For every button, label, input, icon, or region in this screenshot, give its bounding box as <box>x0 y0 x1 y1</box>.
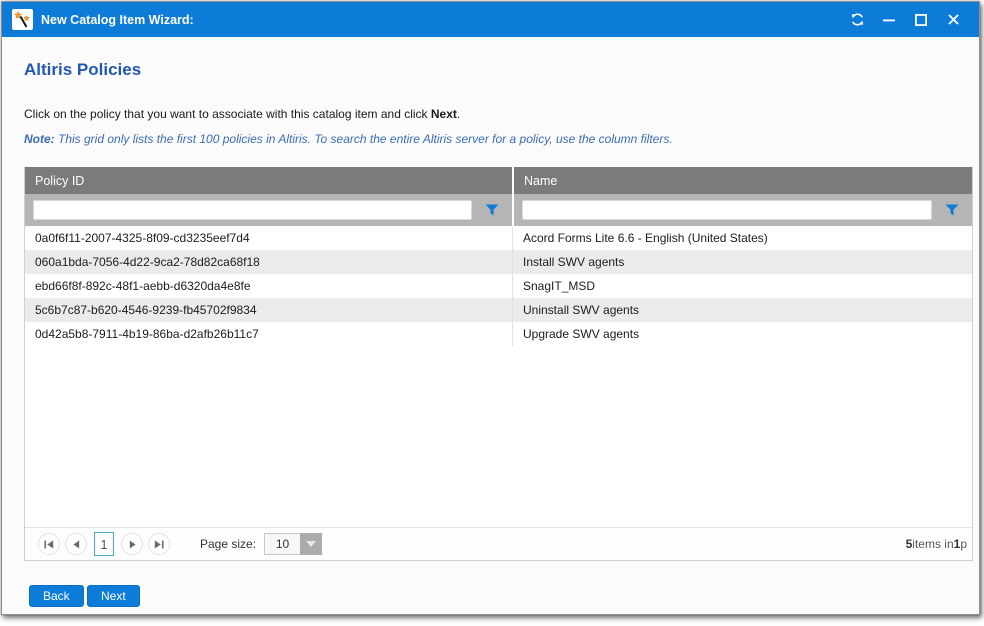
policy-id-cell: ebd66f8f-892c-48f1-aebb-d6320da4e8fe <box>25 274 512 298</box>
table-row[interactable]: 0a0f6f11-2007-4325-8f09-cd3235eef7d4 Aco… <box>25 226 972 250</box>
table-row[interactable]: 060a1bda-7056-4d22-9ca2-78d82ca68f18 Ins… <box>25 250 972 274</box>
next-button[interactable]: Next <box>87 585 140 607</box>
back-button[interactable]: Back <box>29 585 84 607</box>
name-filter-input[interactable] <box>522 200 932 220</box>
policy-name-cell: Acord Forms Lite 6.6 - English (United S… <box>512 226 972 250</box>
policy-name-cell: Upgrade SWV agents <box>512 322 972 346</box>
note-body: This grid only lists the first 100 polic… <box>55 132 673 146</box>
last-page-icon[interactable] <box>148 533 170 555</box>
pager-summary-suffix: p <box>960 537 967 551</box>
screen: New Catalog Item Wizard: <box>0 0 984 626</box>
close-icon[interactable] <box>937 7 969 33</box>
pager-summary-mid: items in <box>912 537 953 551</box>
filter-cell-policy-id <box>25 194 512 226</box>
page-title: Altiris Policies <box>24 60 141 80</box>
table-row[interactable]: 5c6b7c87-b620-4546-9239-fb45702f9834 Uni… <box>25 298 972 322</box>
page-size-label: Page size: <box>200 537 256 551</box>
maximize-icon[interactable] <box>905 7 937 33</box>
filter-funnel-icon[interactable] <box>945 204 959 216</box>
grid-pager: 1 Page size: 10 5 items in 1 p <box>25 527 972 560</box>
wizard-content: Altiris Policies Click on the policy tha… <box>2 37 979 614</box>
grid-header-row: Policy ID Name <box>25 167 972 194</box>
column-header-name[interactable]: Name <box>512 167 972 194</box>
policy-id-cell: 0a0f6f11-2007-4325-8f09-cd3235eef7d4 <box>25 226 512 250</box>
wizard-icon <box>12 9 33 30</box>
instruction-suffix: . <box>457 107 460 121</box>
page-size-dropdown-arrow-icon[interactable] <box>300 533 322 555</box>
policy-name-cell: Install SWV agents <box>512 250 972 274</box>
instruction-text: Click on the policy that you want to ass… <box>24 107 460 121</box>
instruction-prefix: Click on the policy that you want to ass… <box>24 107 431 121</box>
grid-empty-area <box>25 346 972 527</box>
pager-summary: 5 items in 1 p <box>906 528 967 560</box>
wizard-window: New Catalog Item Wizard: <box>1 1 980 615</box>
policy-id-filter-input[interactable] <box>33 200 472 220</box>
filter-cell-name <box>512 194 972 226</box>
first-page-icon[interactable] <box>38 533 60 555</box>
current-page-indicator[interactable]: 1 <box>94 532 114 556</box>
policy-id-cell: 5c6b7c87-b620-4546-9239-fb45702f9834 <box>25 298 512 322</box>
pager-page-count: 1 <box>954 537 961 551</box>
policy-name-cell: Uninstall SWV agents <box>512 298 972 322</box>
note-label: Note: <box>24 132 55 146</box>
grid-filter-row <box>25 194 972 226</box>
instruction-next-emphasis: Next <box>431 107 457 121</box>
refresh-icon[interactable] <box>841 7 873 33</box>
window-title: New Catalog Item Wizard: <box>41 13 194 27</box>
policy-id-cell: 0d42a5b8-7911-4b19-86ba-d2afb26b11c7 <box>25 322 512 346</box>
policy-name-cell: SnagIT_MSD <box>512 274 972 298</box>
minimize-icon[interactable] <box>873 7 905 33</box>
column-header-policy-id[interactable]: Policy ID <box>25 167 512 194</box>
page-size-value[interactable]: 10 <box>264 533 300 555</box>
table-row[interactable]: ebd66f8f-892c-48f1-aebb-d6320da4e8fe Sna… <box>25 274 972 298</box>
policies-grid: Policy ID Name <box>24 167 973 561</box>
next-page-icon[interactable] <box>121 533 143 555</box>
policy-id-cell: 060a1bda-7056-4d22-9ca2-78d82ca68f18 <box>25 250 512 274</box>
title-bar[interactable]: New Catalog Item Wizard: <box>2 2 979 37</box>
prev-page-icon[interactable] <box>65 533 87 555</box>
filter-funnel-icon[interactable] <box>485 204 499 216</box>
note-text: Note: This grid only lists the first 100… <box>24 132 673 146</box>
table-row[interactable]: 0d42a5b8-7911-4b19-86ba-d2afb26b11c7 Upg… <box>25 322 972 346</box>
pager-item-count: 5 <box>906 537 913 551</box>
